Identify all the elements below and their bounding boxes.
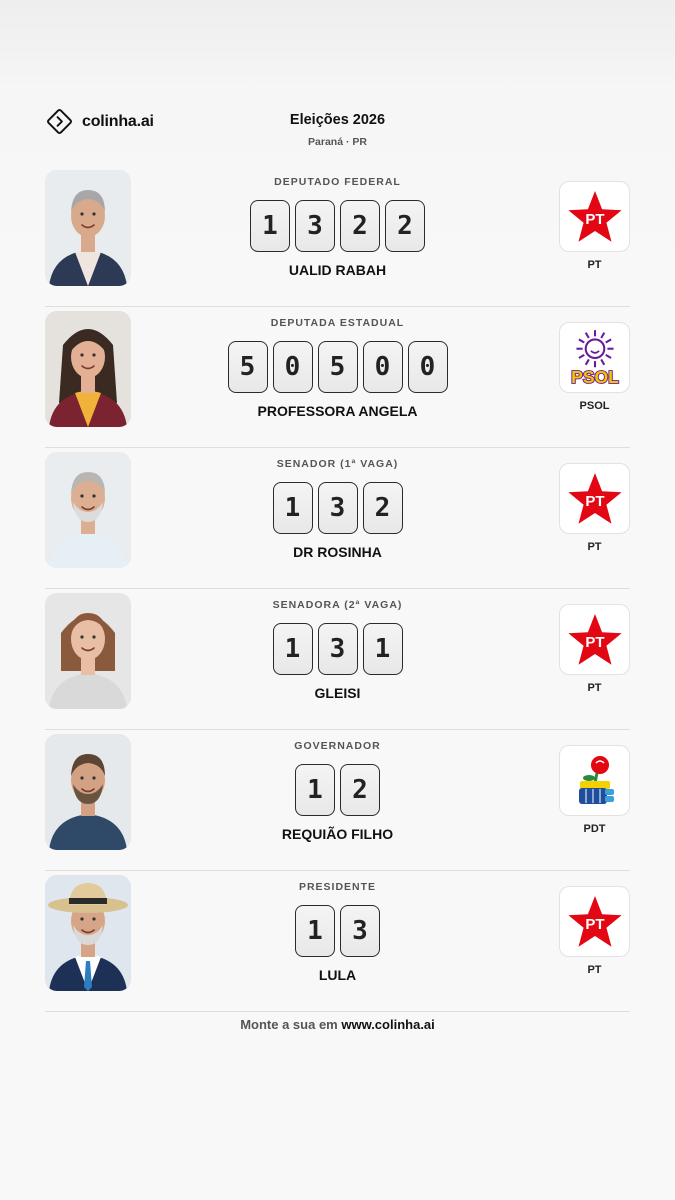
party-label: PT [587, 682, 602, 694]
candidate-row: SENADORA (2ª VAGA) 1 3 1 GLEISI PT PT [45, 589, 630, 730]
header: colinha.ai Eleições 2026 Paraná · PR [0, 100, 675, 160]
ballot-digit: 1 [295, 905, 335, 957]
office-label: DEPUTADA ESTADUAL [270, 317, 405, 329]
ballot-number: 132 [131, 482, 544, 534]
page-subtitle: Paraná · PR [308, 136, 367, 148]
ballot-digit: 2 [362, 482, 403, 534]
ballot-number: 1322 [131, 200, 544, 252]
pt-star-icon: PT [559, 604, 630, 675]
footer: Monte a sua em www.colinha.ai [0, 1017, 675, 1032]
svg-text:PT: PT [585, 493, 604, 510]
svg-text:PT: PT [585, 916, 604, 933]
ballot-digit: 3 [295, 200, 335, 252]
candidate-photo [45, 170, 131, 286]
office-label: DEPUTADO FEDERAL [274, 176, 401, 188]
party-label: PDT [583, 823, 606, 835]
candidate-info: SENADOR (1ª VAGA) 1 3 2 DR ROSINHA [131, 448, 544, 589]
candidate-photo [45, 311, 131, 427]
candidate-info: SENADORA (2ª VAGA) 1 3 1 GLEISI [131, 589, 544, 730]
candidate-row: SENADOR (1ª VAGA) 1 3 2 DR ROSINHA PT PT [45, 448, 630, 589]
candidate-photo [45, 452, 131, 568]
candidate-row: PRESIDENTE 1 3 LULA PT PT [45, 871, 630, 1012]
ballot-digit: 0 [272, 341, 313, 393]
ballot-digit: 1 [250, 200, 290, 252]
svg-text:PT: PT [585, 211, 604, 228]
ballot-digit: 3 [340, 905, 380, 957]
svg-text:PT: PT [585, 634, 604, 651]
title-block: Eleições 2026 Paraná · PR [0, 112, 675, 148]
ballot-number: 13 [131, 905, 544, 957]
ballot-digit: 1 [272, 623, 313, 675]
ballot-number: 131 [131, 623, 544, 675]
ballot-digit: 1 [295, 764, 335, 816]
party: PT PT [559, 181, 630, 271]
party-label: PT [587, 964, 602, 976]
candidate-name: DR ROSINHA [293, 544, 382, 560]
svg-text:PSOL: PSOL [571, 366, 619, 386]
candidate-info: DEPUTADO FEDERAL 1 3 2 2 UALID RABAH [131, 166, 544, 307]
party-label: PT [587, 259, 602, 271]
office-label: SENADORA (2ª VAGA) [272, 599, 403, 611]
footer-link[interactable]: www.colinha.ai [341, 1017, 434, 1032]
ballot-number: 12 [131, 764, 544, 816]
psol-sun-icon: PSOL [559, 322, 630, 393]
candidate-row: DEPUTADA ESTADUAL 5 0 5 0 0 PROFESSORA ANGELA P… [45, 307, 630, 448]
candidate-name: LULA [318, 967, 357, 983]
ballot-digit: 0 [362, 341, 403, 393]
ballot-digit: 5 [317, 341, 358, 393]
ballot-digit: 1 [272, 482, 313, 534]
candidate-name: REQUIÃO FILHO [281, 826, 394, 842]
party: PT PT [559, 463, 630, 553]
party: PDT [559, 745, 630, 835]
party: PSOL PSOL [559, 322, 630, 412]
candidate-row: DEPUTADO FEDERAL 1 3 2 2 UALID RABAH PT PT [45, 166, 630, 307]
ballot-digit: 3 [317, 623, 358, 675]
pt-star-icon: PT [559, 886, 630, 957]
candidate-name: PROFESSORA ANGELA [257, 403, 418, 419]
candidate-list: DEPUTADO FEDERAL 1 3 2 2 UALID RABAH PT PT DEPUT… [45, 166, 630, 1012]
ballot-digit: 2 [385, 200, 425, 252]
candidate-info: DEPUTADA ESTADUAL 5 0 5 0 0 PROFESSORA ANGELA [131, 307, 544, 448]
ballot-digit: 5 [227, 341, 268, 393]
candidate-info: GOVERNADOR 1 2 REQUIÃO FILHO [131, 730, 544, 871]
ballot-digit: 2 [340, 764, 380, 816]
candidate-name: GLEISI [314, 685, 361, 701]
party: PT PT [559, 886, 630, 976]
candidate-photo [45, 593, 131, 709]
party-label: PT [587, 541, 602, 553]
ballot-number: 50500 [131, 341, 544, 393]
ballot-digit: 0 [407, 341, 448, 393]
candidate-photo [45, 734, 131, 850]
office-label: PRESIDENTE [298, 881, 377, 893]
ballot-digit: 1 [362, 623, 403, 675]
ballot-digit: 3 [317, 482, 358, 534]
footer-text: Monte a sua em [240, 1017, 342, 1032]
pt-star-icon: PT [559, 463, 630, 534]
party-label: PSOL [579, 400, 610, 412]
pt-star-icon: PT [559, 181, 630, 252]
office-label: SENADOR (1ª VAGA) [276, 458, 399, 470]
office-label: GOVERNADOR [294, 740, 381, 752]
candidate-info: PRESIDENTE 1 3 LULA [131, 871, 544, 1012]
ballot-digit: 2 [340, 200, 380, 252]
candidate-photo [45, 875, 131, 991]
pdt-fist-rose-icon [559, 745, 630, 816]
candidate-name: UALID RABAH [288, 262, 387, 278]
page-title: Eleições 2026 [289, 112, 386, 128]
candidate-row: GOVERNADOR 1 2 REQUIÃO FILHO PDT [45, 730, 630, 871]
party: PT PT [559, 604, 630, 694]
